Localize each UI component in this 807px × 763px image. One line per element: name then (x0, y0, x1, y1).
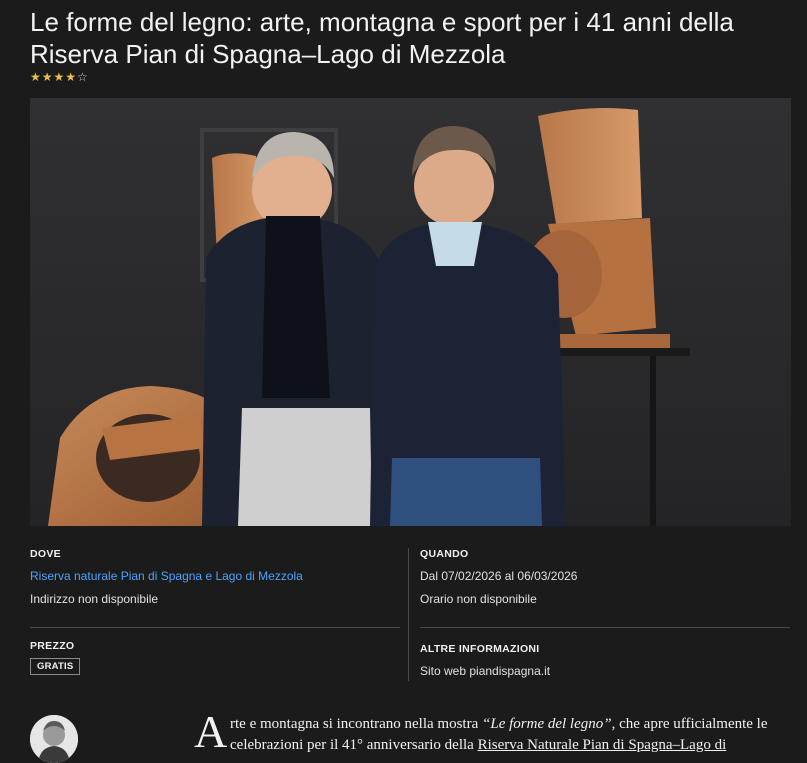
quando-label: QUANDO (420, 548, 469, 560)
hours-text: Orario non disponibile (420, 592, 537, 606)
altre-label: ALTRE INFORMAZIONI (420, 643, 540, 655)
website-line: Sito web piandispagna.it (420, 664, 550, 678)
quando-section: QUANDO Dal 07/02/2026 al 06/03/2026 Orar… (420, 548, 577, 606)
altre-section: ALTRE INFORMAZIONI Sito web piandispagna… (420, 643, 550, 678)
avatar-illustration (30, 715, 78, 763)
website-prefix: Sito web (420, 664, 470, 678)
row-divider-left (30, 627, 400, 628)
column-divider (408, 548, 409, 681)
hero-image (30, 98, 791, 526)
author-avatar[interactable] (30, 715, 78, 763)
star-filled-icon: ★★★★ (30, 70, 78, 84)
hero-photo-illustration (30, 98, 791, 526)
price-badge: GRATIS (30, 658, 81, 675)
star-empty-icon: ☆ (77, 70, 89, 84)
address-text: Indirizzo non disponibile (30, 592, 159, 606)
dates-text: Dal 07/02/2026 al 06/03/2026 (420, 569, 578, 583)
website-link[interactable]: piandispagna.it (469, 664, 550, 678)
prezzo-label: PREZZO (30, 640, 75, 652)
star-rating: ★★★★☆ (30, 70, 89, 84)
prezzo-section: PREZZO (30, 640, 74, 652)
row-divider-right (420, 627, 790, 628)
dove-section: DOVE Riserva naturale Pian di Spagna e L… (30, 548, 303, 606)
paragraph-text-a: rte e montagna si incontrano nella mostr… (230, 716, 483, 732)
dropcap-letter: A (194, 706, 228, 757)
place-link[interactable]: Riserva naturale Pian di Spagna e Lago d… (30, 569, 303, 583)
event-info: DOVE Riserva naturale Pian di Spagna e L… (30, 548, 791, 683)
article-title: Le forme del legno: arte, montagna e spo… (30, 7, 734, 69)
dove-label: DOVE (30, 548, 61, 560)
exhibition-title: “Le forme del legno” (482, 716, 612, 732)
article-body: rte e montagna si incontrano nella mostr… (230, 714, 794, 756)
reserve-link[interactable]: Riserva Naturale Pian di Spagna–Lago di (478, 737, 727, 753)
